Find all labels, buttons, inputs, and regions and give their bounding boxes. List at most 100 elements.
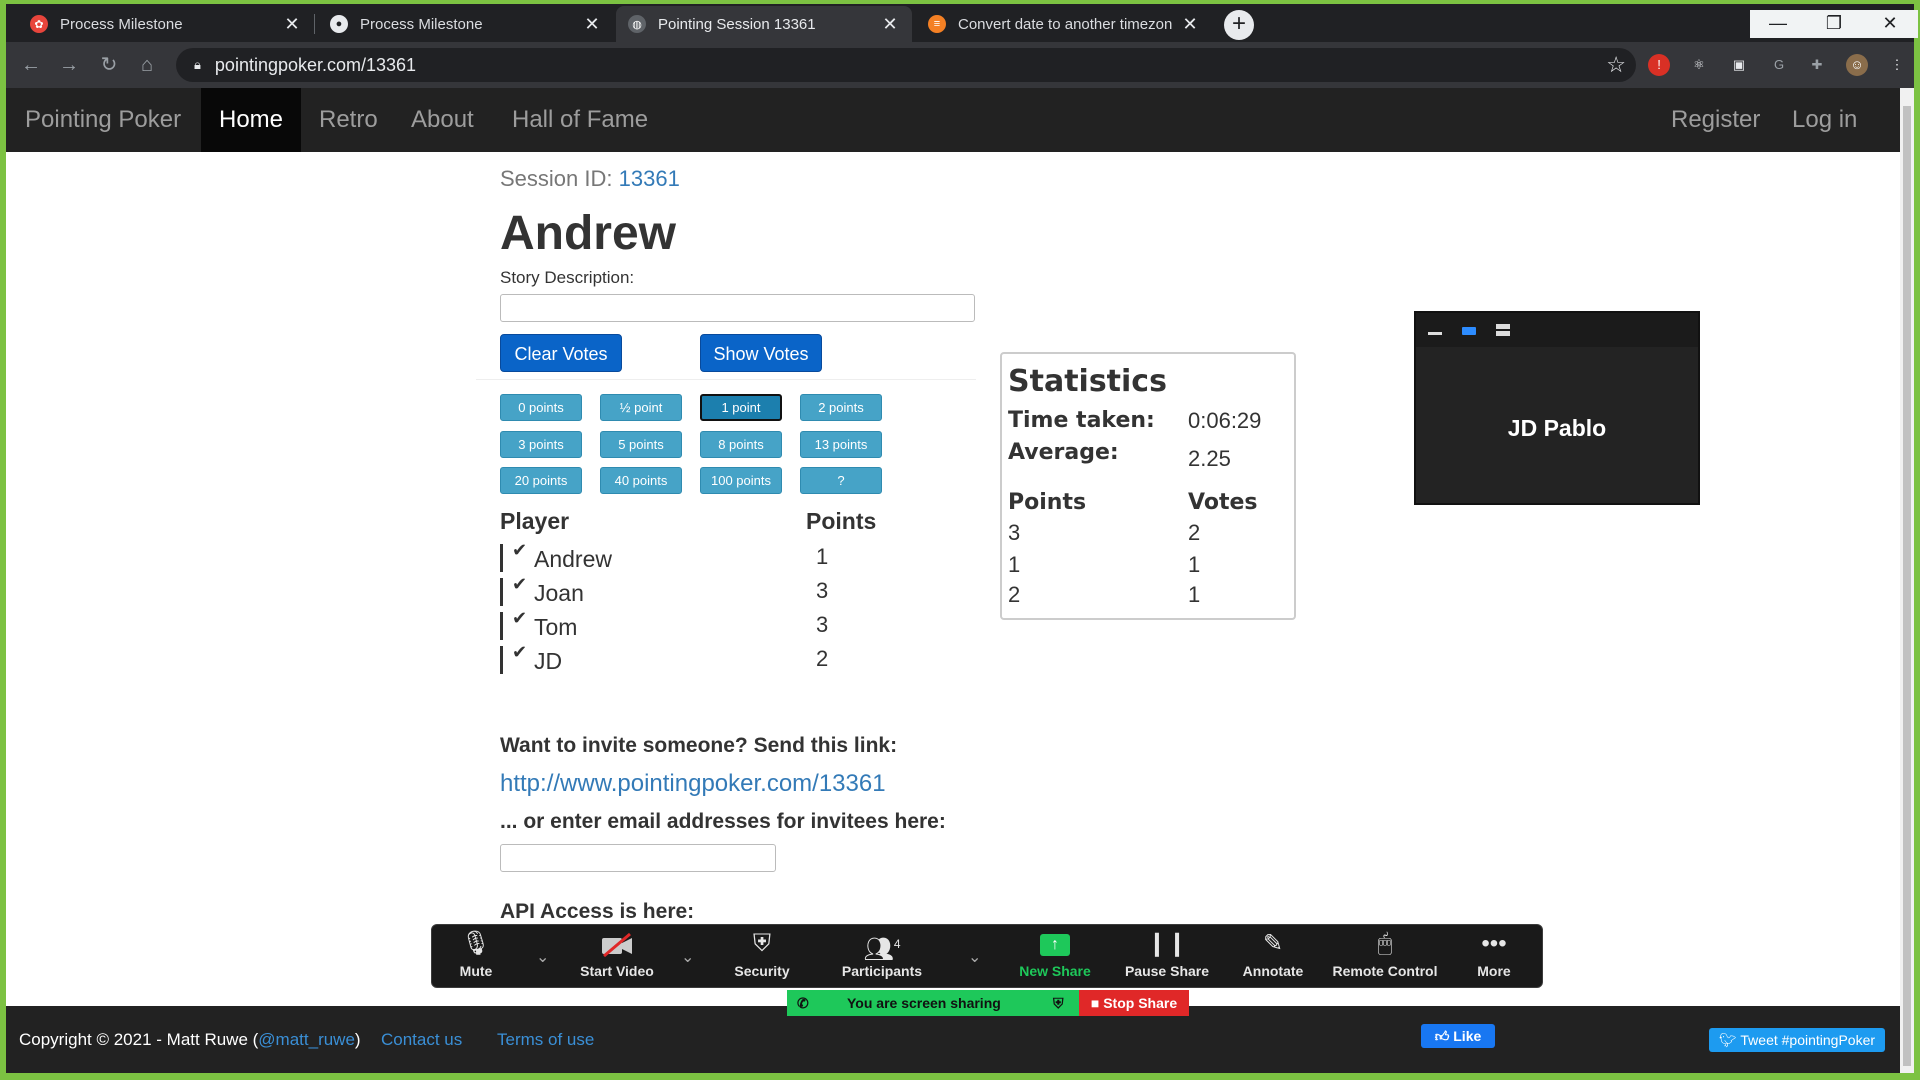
video-tile[interactable]: JD Pablo xyxy=(1414,311,1700,505)
lock-icon[interactable]: 🔒︎ xyxy=(194,57,201,73)
back-icon[interactable]: ← xyxy=(18,52,44,78)
new-tab-button[interactable]: + xyxy=(1224,10,1254,40)
tab-separator xyxy=(314,14,315,34)
reload-icon[interactable]: ↻ xyxy=(96,52,122,78)
point-button-20[interactable]: 20 points xyxy=(500,467,582,494)
stop-share-button[interactable]: ■ Stop Share xyxy=(1079,990,1189,1016)
picture-in-picture-icon[interactable]: ▣ xyxy=(1728,54,1750,76)
pause-share-button[interactable]: ❙❙ Pause Share xyxy=(1122,925,1212,989)
remote-control-button[interactable]: 🖱︎ Remote Control xyxy=(1332,925,1438,989)
stats-votes-value: 1 xyxy=(1188,582,1201,607)
nav-retro[interactable]: Retro xyxy=(319,88,378,152)
point-button-40[interactable]: 40 points xyxy=(600,467,682,494)
single-view-icon[interactable] xyxy=(1462,327,1476,335)
react-devtools-icon[interactable]: ⚛ xyxy=(1688,54,1710,76)
point-button-half[interactable]: ½ point xyxy=(600,394,682,421)
terms-of-use-link[interactable]: Terms of use xyxy=(497,1030,594,1050)
microphone-icon: 🎙︎ xyxy=(460,930,492,957)
show-votes-button[interactable]: Show Votes xyxy=(700,334,822,372)
nav-about[interactable]: About xyxy=(411,88,474,152)
security-button[interactable]: ⛨ Security xyxy=(722,925,802,989)
close-tab-icon[interactable]: ✕ xyxy=(282,14,302,35)
share-arrow-icon: ↑ xyxy=(1012,925,1098,963)
story-description-input[interactable] xyxy=(500,294,975,322)
shield-icon: ⛨ xyxy=(753,930,771,957)
close-tab-icon[interactable]: ✕ xyxy=(1180,14,1200,35)
brand-link[interactable]: Pointing Poker xyxy=(25,88,181,152)
globe-icon: ◍ xyxy=(628,15,646,33)
browser-menu-icon[interactable]: ⋮ xyxy=(1886,54,1908,76)
nav-hall-of-fame[interactable]: Hall of Fame xyxy=(512,88,648,152)
video-view-controls xyxy=(1428,324,1510,336)
point-button-5[interactable]: 5 points xyxy=(600,431,682,458)
point-button-3[interactable]: 3 points xyxy=(500,431,582,458)
close-window-button[interactable]: ✕ xyxy=(1862,10,1918,38)
point-button-13[interactable]: 13 points xyxy=(800,431,882,458)
scrollbar-thumb[interactable] xyxy=(1903,106,1911,1066)
player-points: 1 xyxy=(816,544,829,569)
point-button-8[interactable]: 8 points xyxy=(700,431,782,458)
minimize-button[interactable]: — xyxy=(1750,10,1806,38)
tweet-button[interactable]: 🐦︎ Tweet #pointingPoker xyxy=(1709,1028,1885,1052)
screen-sharing-status[interactable]: ✆ You are screen sharing ⛨ xyxy=(787,990,1079,1016)
participants-options-chevron-icon[interactable]: ⌄ xyxy=(968,947,981,967)
player-points: 3 xyxy=(816,612,829,637)
address-bar[interactable]: 🔒︎ pointingpoker.com/13361 ☆ xyxy=(176,48,1636,82)
more-button[interactable]: ••• More xyxy=(1466,925,1522,989)
grammarly-icon[interactable]: G xyxy=(1768,54,1790,76)
point-button-unknown[interactable]: ? xyxy=(800,467,882,494)
extensions-puzzle-icon[interactable]: ✚ xyxy=(1806,54,1828,76)
participants-button[interactable]: 👥︎4 Participants xyxy=(830,925,934,989)
point-button-2[interactable]: 2 points xyxy=(800,394,882,421)
security-label: Security xyxy=(734,963,790,979)
home-icon[interactable]: ⌂ xyxy=(134,52,160,78)
twitter-handle-link[interactable]: @matt_ruwe xyxy=(258,1030,355,1049)
bookmark-star-icon[interactable]: ☆ xyxy=(1606,52,1626,78)
page-scrollbar[interactable] xyxy=(1900,88,1914,1073)
nav-register[interactable]: Register xyxy=(1671,88,1760,152)
tweet-label: Tweet #pointingPoker xyxy=(1740,1032,1876,1048)
sharing-status-text: You are screen sharing xyxy=(847,995,1001,1011)
clear-votes-button[interactable]: Clear Votes xyxy=(500,334,622,372)
player-name: Andrew xyxy=(534,546,612,572)
nav-login[interactable]: Log in xyxy=(1792,88,1857,152)
mute-button[interactable]: 🎙︎ Mute xyxy=(446,925,506,989)
close-tab-icon[interactable]: ✕ xyxy=(880,14,900,35)
pause-icon: ❙❙ xyxy=(1146,930,1188,957)
start-video-button[interactable]: Start Video xyxy=(572,925,662,989)
extension-alert-icon[interactable]: ! xyxy=(1648,54,1670,76)
red-flower-icon: ✿ xyxy=(30,15,48,33)
grid-view-icon[interactable] xyxy=(1496,324,1510,329)
facebook-like-button[interactable]: 👍︎ Like xyxy=(1421,1024,1495,1048)
player-column-header: Player xyxy=(500,508,570,534)
session-id-link[interactable]: 13361 xyxy=(619,166,680,191)
minimize-icon[interactable] xyxy=(1428,332,1442,335)
tab-process-milestone-1[interactable]: ✿ Process Milestone ✕ xyxy=(18,6,314,42)
audio-options-chevron-icon[interactable]: ⌄ xyxy=(536,947,549,967)
nav-home[interactable]: Home xyxy=(201,88,302,152)
annotate-button[interactable]: ✎ Annotate xyxy=(1232,925,1314,989)
divider xyxy=(476,379,976,380)
session-label: Session ID: xyxy=(500,166,613,191)
average-label: Average: xyxy=(1008,440,1119,465)
tab-process-milestone-2[interactable]: ● Process Milestone ✕ xyxy=(318,6,614,42)
like-label: Like xyxy=(1453,1028,1482,1044)
point-button-100[interactable]: 100 points xyxy=(700,467,782,494)
restore-button[interactable]: ❐ xyxy=(1806,10,1862,38)
tab-convert-date[interactable]: ≡ Convert date to another timezon ✕ xyxy=(916,6,1212,42)
close-tab-icon[interactable]: ✕ xyxy=(582,14,602,35)
player-name: Tom xyxy=(534,614,578,640)
point-button-1-selected[interactable]: 1 point xyxy=(700,394,782,421)
new-share-button[interactable]: ↑ New Share xyxy=(1012,925,1098,989)
invite-link[interactable]: http://www.pointingpoker.com/13361 xyxy=(500,770,886,798)
tab-pointing-session[interactable]: ◍ Pointing Session 13361 ✕ xyxy=(616,6,912,42)
profile-avatar[interactable]: ☺ xyxy=(1846,54,1868,76)
checkmark-icon: ✔ xyxy=(512,642,528,662)
video-options-chevron-icon[interactable]: ⌄ xyxy=(681,947,694,967)
forward-icon[interactable]: → xyxy=(56,52,82,78)
contact-us-link[interactable]: Contact us xyxy=(381,1030,462,1050)
annotate-label: Annotate xyxy=(1242,963,1304,979)
stats-points-value: 2 xyxy=(1008,582,1021,607)
point-button-0[interactable]: 0 points xyxy=(500,394,582,421)
invitee-email-input[interactable] xyxy=(500,844,776,872)
